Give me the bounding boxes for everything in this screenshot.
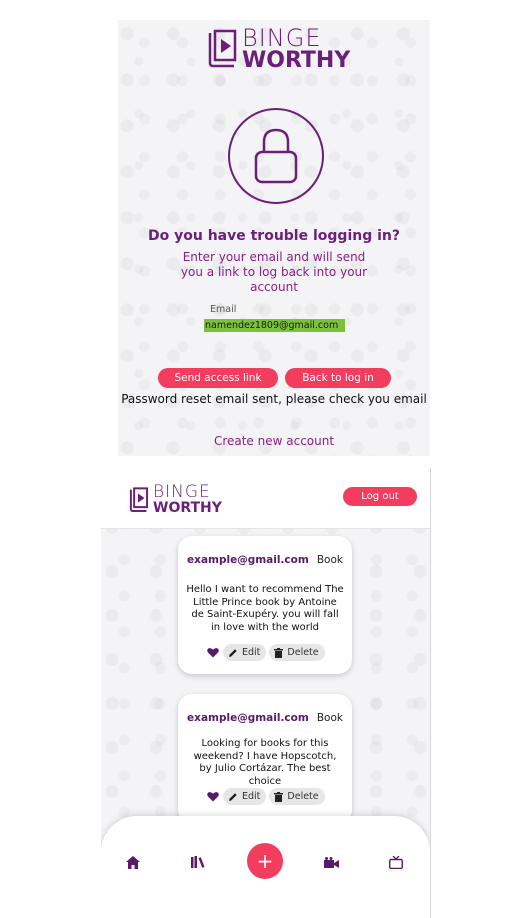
lock-icon bbox=[228, 108, 324, 204]
trash-icon bbox=[274, 791, 284, 802]
pencil-icon bbox=[229, 648, 237, 657]
edit-button[interactable]: Edit bbox=[223, 644, 267, 661]
app-logo: BINGE WORTHY bbox=[127, 484, 222, 515]
app-logo: BINGE WORTHY bbox=[204, 26, 350, 72]
email-label: Email bbox=[210, 304, 237, 315]
tv-icon[interactable] bbox=[388, 854, 404, 870]
post-text: Hello I want to recommend The Little Pri… bbox=[186, 584, 344, 633]
logo-text-worthy: WORTHY bbox=[242, 48, 351, 73]
heart-icon[interactable] bbox=[206, 790, 220, 804]
back-to-login-button[interactable]: Back to log in bbox=[285, 368, 391, 388]
delete-button[interactable]: Delete bbox=[269, 788, 325, 805]
send-access-link-button[interactable]: Send access link bbox=[158, 368, 278, 388]
bottom-navigation: + bbox=[101, 816, 430, 918]
logo-text-binge: BINGE bbox=[242, 24, 322, 52]
pencil-icon bbox=[229, 792, 237, 801]
edit-button[interactable]: Edit bbox=[223, 788, 267, 805]
trash-icon bbox=[274, 647, 284, 658]
post-author-email: example@gmail.com bbox=[187, 554, 309, 566]
edit-label: Edit bbox=[242, 791, 261, 802]
post-category: Book bbox=[316, 554, 343, 566]
logo-text-worthy: WORTHY bbox=[153, 500, 222, 516]
app-header: BINGE WORTHY Log out bbox=[101, 468, 430, 529]
status-message: Password reset email sent, please check … bbox=[121, 392, 427, 406]
post-card: example@gmail.com Book Hello I want to r… bbox=[178, 536, 352, 674]
movies-icon[interactable] bbox=[323, 854, 339, 870]
feed-screen: BINGE WORTHY Log out example@gmail.com B… bbox=[101, 468, 431, 918]
delete-label: Delete bbox=[287, 647, 319, 658]
logo-text-binge: BINGE bbox=[153, 482, 211, 502]
instructions-text: Enter your email and will send you a lin… bbox=[180, 250, 368, 294]
create-account-link[interactable]: Create new account bbox=[118, 434, 430, 448]
post-category: Book bbox=[316, 712, 343, 724]
edit-label: Edit bbox=[242, 647, 261, 658]
email-field[interactable]: namendez1809@gmail.com bbox=[204, 319, 345, 332]
home-icon[interactable] bbox=[125, 854, 141, 870]
password-reset-screen: BINGE WORTHY Do you have trouble logging… bbox=[118, 20, 430, 456]
page-title: Do you have trouble logging in? bbox=[148, 228, 400, 244]
logo-book-play-icon bbox=[127, 486, 149, 514]
heart-icon[interactable] bbox=[206, 646, 220, 660]
delete-label: Delete bbox=[287, 791, 319, 802]
logout-button[interactable]: Log out bbox=[343, 487, 417, 506]
delete-button[interactable]: Delete bbox=[269, 644, 325, 661]
post-card: example@gmail.com Book Looking for books… bbox=[178, 694, 352, 824]
logo-book-play-icon bbox=[204, 29, 238, 69]
post-text: Looking for books for this weekend? I ha… bbox=[193, 738, 337, 787]
books-icon[interactable] bbox=[190, 854, 206, 870]
add-post-button[interactable]: + bbox=[247, 843, 283, 879]
post-author-email: example@gmail.com bbox=[187, 712, 309, 724]
